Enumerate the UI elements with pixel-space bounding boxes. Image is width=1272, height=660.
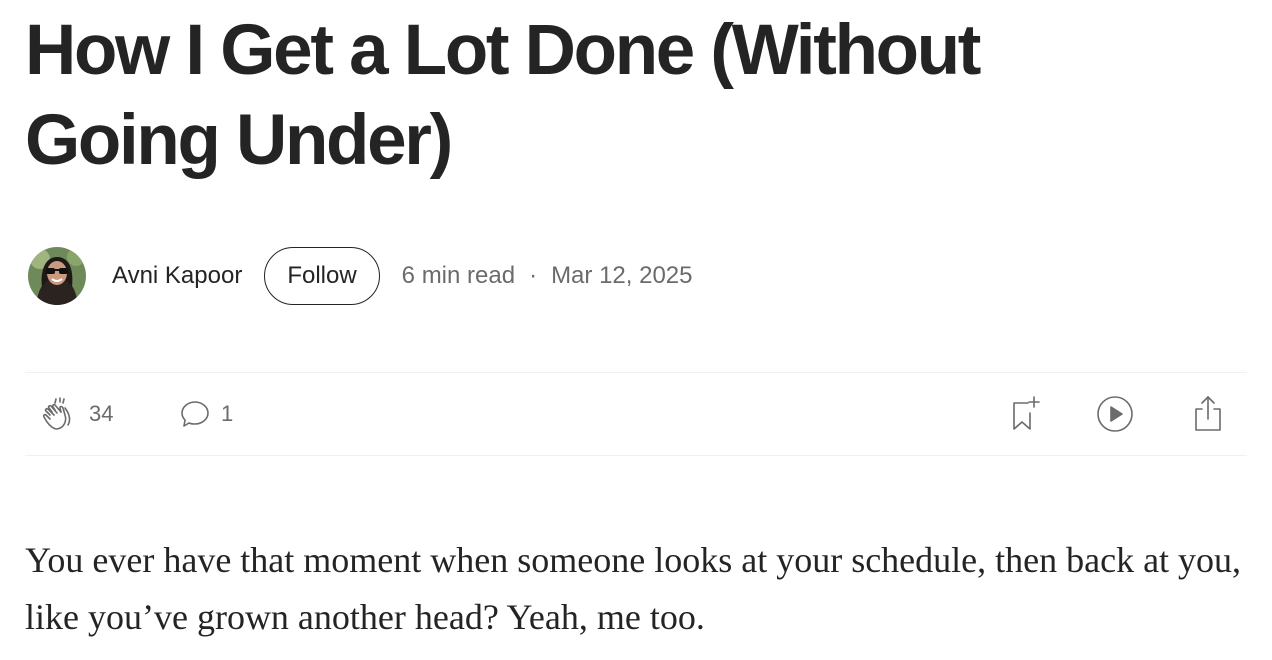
article-title: How I Get a Lot Done (Without Going Unde…: [25, 11, 981, 180]
play-circle-icon: [1096, 395, 1134, 433]
save-button[interactable]: [1009, 373, 1043, 455]
byline: Avni Kapoor Follow 6 min read · Mar 12, …: [28, 246, 692, 306]
article-body-paragraph: You ever have that moment when someone l…: [25, 540, 1242, 637]
comment-button[interactable]: 1: [179, 373, 233, 455]
article-meta: 6 min read · Mar 12, 2025: [402, 262, 693, 290]
author-name[interactable]: Avni Kapoor: [112, 262, 242, 290]
comment-count: 1: [221, 401, 234, 426]
meta-separator: ·: [529, 262, 538, 289]
read-time: 6 min read: [401, 262, 516, 289]
follow-button[interactable]: Follow: [264, 247, 380, 305]
share-icon: [1191, 395, 1225, 433]
clap-icon: [41, 395, 79, 433]
clap-count: 34: [89, 401, 114, 426]
comment-icon: [179, 398, 211, 430]
publish-date: Mar 12, 2025: [551, 262, 693, 289]
author-avatar-image: [28, 247, 86, 305]
article-action-bar: 34 1: [25, 372, 1247, 456]
author-avatar[interactable]: [28, 247, 86, 305]
clap-button[interactable]: 34: [41, 373, 113, 455]
share-button[interactable]: [1191, 373, 1225, 455]
listen-button[interactable]: [1096, 373, 1134, 455]
bookmark-add-icon: [1009, 395, 1043, 433]
